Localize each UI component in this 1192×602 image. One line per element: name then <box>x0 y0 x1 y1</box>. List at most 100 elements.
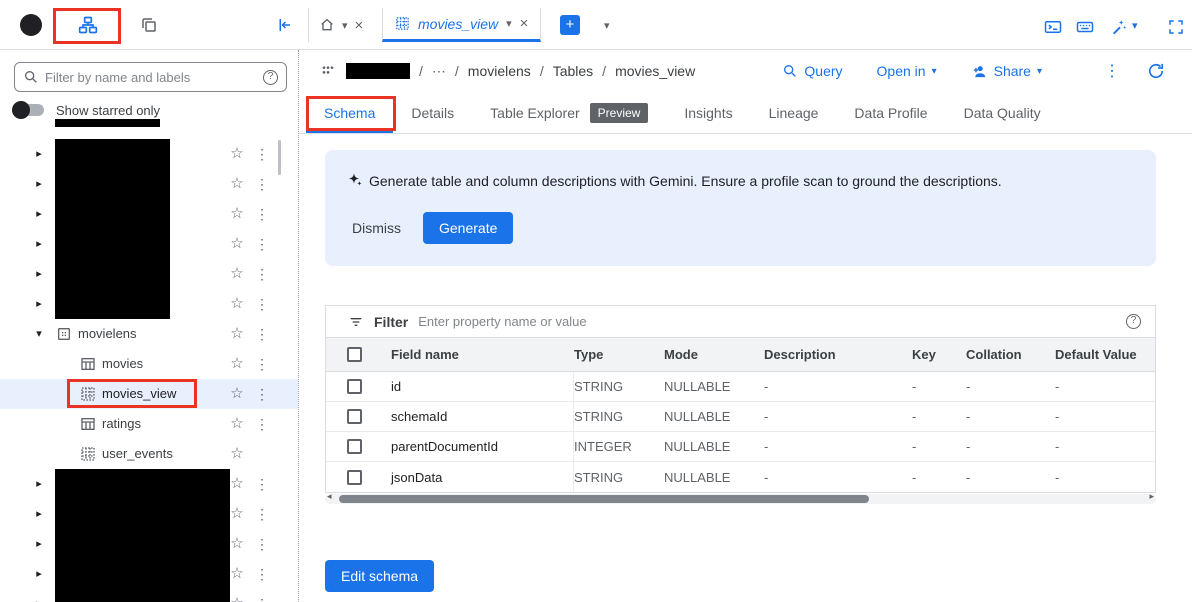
star-icon[interactable]: ☆ <box>229 199 245 229</box>
tree-item-redacted[interactable]: ▸ ☆ ⋮ <box>0 589 298 602</box>
generate-button[interactable]: Generate <box>423 212 513 244</box>
expand-arrow-icon[interactable]: ▸ <box>32 499 46 529</box>
expand-arrow-icon[interactable]: ▸ <box>32 139 46 169</box>
scroll-right-icon[interactable]: ▸ <box>1149 491 1154 502</box>
row-checkbox[interactable] <box>347 379 362 394</box>
column-header-field-name[interactable]: Field name <box>370 338 574 371</box>
new-tab-button[interactable]: + <box>560 15 580 35</box>
tree-item-redacted[interactable]: ▸☆⋮ <box>0 139 298 169</box>
starred-toggle[interactable] <box>14 104 44 116</box>
expand-arrow-icon[interactable]: ▸ <box>32 229 46 259</box>
more-actions-icon[interactable]: ⋮ <box>1104 61 1120 81</box>
tree-item-redacted[interactable]: ▸ ☆ ⋮ <box>0 499 298 529</box>
tree-item-movielens[interactable]: ▾ movielens ☆ ⋮ <box>0 319 298 349</box>
star-icon[interactable]: ☆ <box>229 439 245 469</box>
dismiss-button[interactable]: Dismiss <box>352 220 401 236</box>
share-button[interactable]: Share ▾ <box>971 63 1042 80</box>
row-checkbox[interactable] <box>347 439 362 454</box>
tree-item-label[interactable]: movielens <box>78 319 137 349</box>
star-icon[interactable]: ☆ <box>229 139 245 169</box>
expand-arrow-icon[interactable]: ▸ <box>32 469 46 499</box>
close-tab-icon[interactable]: × <box>520 15 529 32</box>
tree-item-user-events[interactable]: user_events ☆ <box>0 439 298 469</box>
column-header-mode[interactable]: Mode <box>664 338 764 371</box>
search-input[interactable] <box>45 70 257 85</box>
expand-arrow-icon[interactable]: ▸ <box>32 559 46 589</box>
expand-arrow-icon[interactable]: ▸ <box>32 169 46 199</box>
tree-item-redacted[interactable]: ▸ ☆ ⋮ <box>0 229 298 259</box>
star-icon[interactable]: ☆ <box>229 499 245 529</box>
star-icon[interactable]: ☆ <box>229 169 245 199</box>
more-menu-icon[interactable]: ⋮ <box>255 379 267 409</box>
star-icon[interactable]: ☆ <box>229 229 245 259</box>
more-menu-icon[interactable]: ⋮ <box>255 409 267 439</box>
column-header-key[interactable]: Key <box>912 338 966 371</box>
expand-arrow-icon[interactable]: ▸ <box>32 589 46 602</box>
keyboard-shortcuts-icon[interactable] <box>1076 18 1094 36</box>
star-icon[interactable]: ☆ <box>229 319 245 349</box>
cloud-shell-icon[interactable] <box>1044 18 1062 36</box>
star-icon[interactable]: ☆ <box>229 379 245 409</box>
more-menu-icon[interactable]: ⋮ <box>255 559 267 589</box>
tree-item-label[interactable]: user_events <box>102 439 173 469</box>
more-menu-icon[interactable]: ⋮ <box>255 199 267 229</box>
breadcrumb-dataset[interactable]: movielens <box>468 63 531 79</box>
tree-item-redacted[interactable]: ▸ ☆ ⋮ <box>0 199 298 229</box>
star-icon[interactable]: ☆ <box>229 589 245 602</box>
fullscreen-icon[interactable] <box>1167 18 1185 36</box>
query-button[interactable]: Query <box>782 63 842 79</box>
expand-arrow-icon[interactable]: ▸ <box>32 529 46 559</box>
tab-lineage[interactable]: Lineage <box>751 92 837 133</box>
tab-caret-icon[interactable]: ▾ <box>342 19 348 32</box>
tab-table-explorer[interactable]: Table Explorer Preview <box>472 92 666 133</box>
more-menu-icon[interactable]: ⋮ <box>255 499 267 529</box>
tab-schema[interactable]: Schema <box>306 92 393 133</box>
collapse-arrow-icon[interactable]: ▾ <box>32 319 46 349</box>
expand-arrow-icon[interactable]: ▸ <box>32 259 46 289</box>
edit-schema-button[interactable]: Edit schema <box>325 560 434 592</box>
tab-list-caret-icon[interactable]: ▾ <box>604 19 610 32</box>
editor-tab-movies-view[interactable]: movies_view ▾ × <box>382 8 541 42</box>
tree-item-movies[interactable]: movies ☆ ⋮ <box>0 349 298 379</box>
tree-item-redacted[interactable]: ▸ ☆ ⋮ <box>0 469 298 499</box>
tree-item-redacted[interactable]: ▸☆⋮ <box>0 529 298 559</box>
sidebar-scrollbar-thumb[interactable] <box>278 140 281 175</box>
expand-arrow-icon[interactable]: ▸ <box>32 289 46 319</box>
help-icon[interactable]: ? <box>263 70 278 85</box>
row-checkbox[interactable] <box>347 409 362 424</box>
more-menu-icon[interactable]: ⋮ <box>255 529 267 559</box>
tree-item-label[interactable]: ratings <box>102 409 141 439</box>
scrollbar-thumb[interactable] <box>339 495 869 503</box>
collapse-panel-icon[interactable] <box>275 16 293 34</box>
more-menu-icon[interactable]: ⋮ <box>255 229 267 259</box>
tab-data-quality[interactable]: Data Quality <box>946 92 1059 133</box>
tree-item-label[interactable]: movies_view <box>102 379 176 409</box>
more-menu-icon[interactable]: ⋮ <box>255 169 267 199</box>
horizontal-scrollbar[interactable]: ◂ ▸ <box>325 494 1156 504</box>
open-in-button[interactable]: Open in ▾ <box>877 63 937 79</box>
close-tab-icon[interactable]: × <box>355 17 364 34</box>
tree-item-redacted[interactable]: ▸☆⋮ <box>0 559 298 589</box>
filter-input[interactable] <box>418 314 1116 329</box>
column-header-collation[interactable]: Collation <box>966 338 1055 371</box>
tree-item-ratings[interactable]: ratings ☆ ⋮ <box>0 409 298 439</box>
tree-item-redacted[interactable]: ▸ ☆ ⋮ <box>0 169 298 199</box>
more-menu-icon[interactable]: ⋮ <box>255 349 267 379</box>
breadcrumb-ellipsis[interactable]: ⋯ <box>432 63 446 80</box>
home-tab[interactable]: ▾ × <box>308 8 373 42</box>
tree-item-movies-view[interactable]: movies_view ☆ ⋮ <box>0 379 298 409</box>
avatar-icon[interactable] <box>20 14 42 36</box>
column-header-default-value[interactable]: Default Value <box>1055 338 1155 371</box>
tab-caret-icon[interactable]: ▾ <box>506 17 512 30</box>
help-icon[interactable]: ? <box>1126 314 1141 329</box>
expand-arrow-icon[interactable]: ▸ <box>32 199 46 229</box>
more-menu-icon[interactable]: ⋮ <box>255 289 267 319</box>
star-icon[interactable]: ☆ <box>229 469 245 499</box>
column-header-type[interactable]: Type <box>574 338 664 371</box>
more-menu-icon[interactable]: ⋮ <box>255 319 267 349</box>
gemini-wand-icon[interactable] <box>1110 18 1128 36</box>
more-menu-icon[interactable]: ⋮ <box>255 469 267 499</box>
more-menu-icon[interactable]: ⋮ <box>255 589 267 602</box>
copy-icon[interactable] <box>140 16 158 34</box>
star-icon[interactable]: ☆ <box>229 409 245 439</box>
